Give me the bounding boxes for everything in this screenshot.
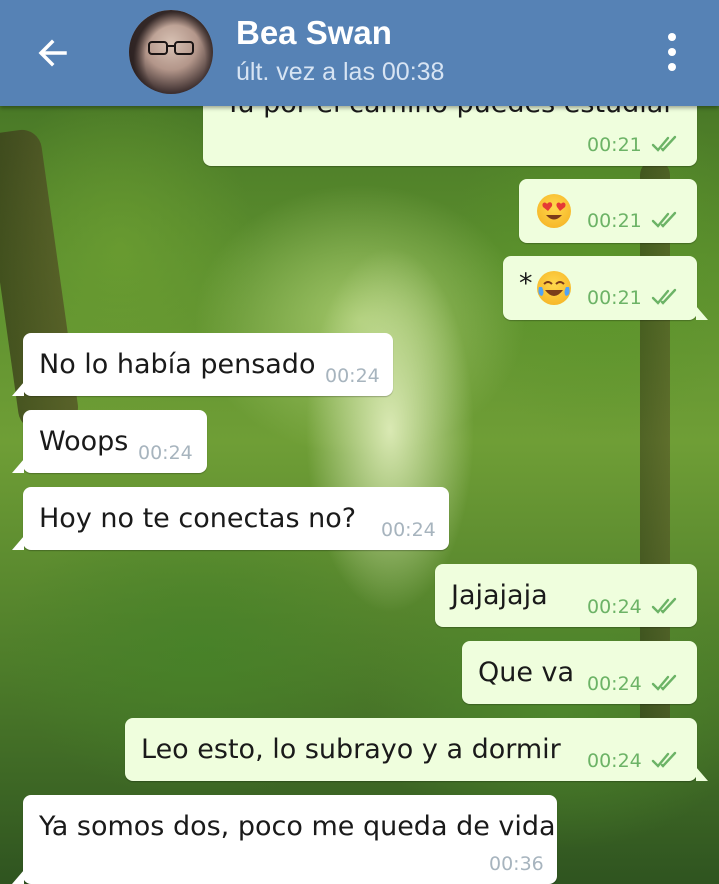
message-bubble-outgoing[interactable]: * 00:21	[503, 256, 708, 320]
read-ticks-icon	[651, 750, 683, 770]
heart-eyes-emoji-icon	[537, 194, 571, 228]
read-ticks-icon	[651, 287, 683, 307]
message-time: 00:24	[381, 519, 436, 541]
message-time: 00:24	[325, 365, 380, 387]
message-text: Woops	[39, 426, 129, 457]
more-options-button[interactable]	[660, 30, 684, 74]
contact-avatar[interactable]	[129, 10, 213, 94]
avatar-glasses	[148, 41, 194, 55]
message-bubble-incoming[interactable]: Hoy no te conectas no? 00:24	[12, 487, 449, 550]
message-bubble-incoming[interactable]: Ya somos dos, poco me queda de vida 00:3…	[12, 795, 557, 884]
message-time: 00:21	[587, 134, 642, 156]
message-time: 00:24	[138, 442, 193, 464]
message-time: 00:24	[587, 673, 642, 695]
message-time: 00:21	[587, 287, 642, 309]
arrow-left-icon	[38, 39, 67, 67]
message-bubble-outgoing[interactable]: 00:21	[519, 179, 697, 243]
message-text: *	[519, 268, 533, 299]
back-button[interactable]	[30, 30, 76, 76]
message-bubble-incoming[interactable]: Woops 00:24	[12, 410, 207, 473]
contact-name[interactable]: Bea Swan	[236, 14, 392, 52]
message-text: Hoy no te conectas no?	[39, 503, 357, 534]
message-time: 00:24	[587, 596, 642, 618]
message-bubble-outgoing[interactable]: Leo esto, lo subrayo y a dormir 00:24	[125, 718, 708, 781]
read-ticks-icon	[651, 210, 683, 230]
read-ticks-icon	[651, 134, 683, 154]
message-time: 00:21	[587, 210, 642, 232]
message-time: 00:36	[489, 853, 544, 875]
message-text: Ya somos dos, poco me queda de vida	[39, 811, 556, 842]
message-bubble-outgoing[interactable]: Que va 00:24	[462, 641, 697, 704]
message-time: 00:24	[587, 750, 642, 772]
message-bubble-incoming[interactable]: No lo había pensado 00:24	[12, 333, 393, 396]
message-text: Jajajaja	[451, 580, 548, 611]
chat-header: Bea Swan últ. vez a las 00:38	[0, 0, 719, 106]
read-ticks-icon	[651, 596, 683, 616]
tears-of-joy-emoji-icon	[537, 271, 571, 305]
read-ticks-icon	[651, 673, 683, 693]
more-vert-icon	[668, 33, 676, 41]
message-text: No lo había pensado	[39, 349, 316, 380]
message-bubble-outgoing[interactable]: Jajajaja 00:24	[435, 564, 697, 627]
message-text: Leo esto, lo subrayo y a dormir	[141, 734, 561, 765]
message-text: Que va	[478, 657, 575, 688]
last-seen-status: últ. vez a las 00:38	[236, 58, 445, 86]
